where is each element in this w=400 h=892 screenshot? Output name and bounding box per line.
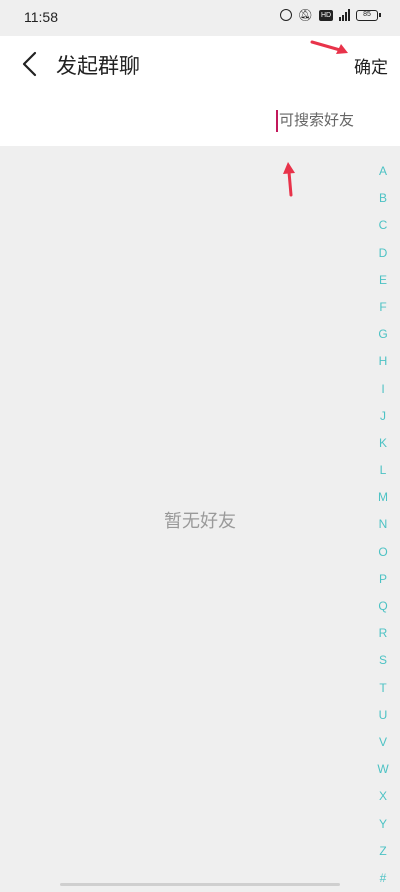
annotation-arrow-search xyxy=(283,162,295,197)
mute-icon: 🔕︎ xyxy=(297,8,313,22)
index-letter[interactable]: A xyxy=(379,158,387,185)
index-letter[interactable]: W xyxy=(377,756,388,783)
index-letter[interactable]: Y xyxy=(379,811,387,838)
chevron-left-icon[interactable] xyxy=(18,50,46,78)
confirm-button[interactable]: 确定 xyxy=(354,53,388,78)
battery-icon: 85 xyxy=(356,9,381,21)
index-letter[interactable]: M xyxy=(378,484,388,511)
index-letter[interactable]: D xyxy=(379,240,388,267)
index-letter[interactable]: R xyxy=(379,620,388,647)
index-letter[interactable]: O xyxy=(378,539,387,566)
index-letter[interactable]: P xyxy=(379,566,387,593)
alarm-icon xyxy=(279,9,292,21)
index-letter[interactable]: Z xyxy=(379,838,386,865)
search-input[interactable] xyxy=(276,108,389,132)
index-letter[interactable]: C xyxy=(379,212,388,239)
search-row xyxy=(0,100,400,140)
index-letter[interactable]: I xyxy=(381,376,384,403)
index-letter[interactable]: T xyxy=(379,675,386,702)
home-indicator xyxy=(60,883,340,886)
index-letter[interactable]: S xyxy=(379,647,387,674)
index-letter[interactable]: K xyxy=(379,430,387,457)
index-letter[interactable]: B xyxy=(379,185,387,212)
empty-state-message: 暂无好友 xyxy=(164,511,236,532)
index-letter[interactable]: N xyxy=(379,511,388,538)
index-letter[interactable]: F xyxy=(379,294,386,321)
alphabet-index-bar[interactable]: A B C D E F G H I J K L M N O P Q R S T U V W X Y Z # xyxy=(372,158,394,892)
index-letter[interactable]: V xyxy=(379,729,387,756)
text-caret xyxy=(276,110,278,132)
index-letter[interactable]: G xyxy=(378,321,387,348)
index-letter[interactable]: X xyxy=(379,783,387,810)
index-letter[interactable]: E xyxy=(379,267,387,294)
index-letter[interactable]: L xyxy=(380,457,387,484)
status-icons: 🔕︎ HD 85 xyxy=(279,8,381,22)
index-letter[interactable]: J xyxy=(380,403,386,430)
index-letter[interactable]: H xyxy=(379,348,388,375)
status-time: 11:58 xyxy=(24,9,58,25)
signal-icon xyxy=(339,9,350,21)
index-letter[interactable]: U xyxy=(379,702,388,729)
index-letter[interactable]: Q xyxy=(378,593,387,620)
annotation-arrow-confirm xyxy=(310,40,348,54)
status-bar: 11:58 🔕︎ HD 85 xyxy=(0,0,400,36)
hd-icon: HD xyxy=(319,9,333,21)
page-title: 发起群聊 xyxy=(56,54,140,78)
